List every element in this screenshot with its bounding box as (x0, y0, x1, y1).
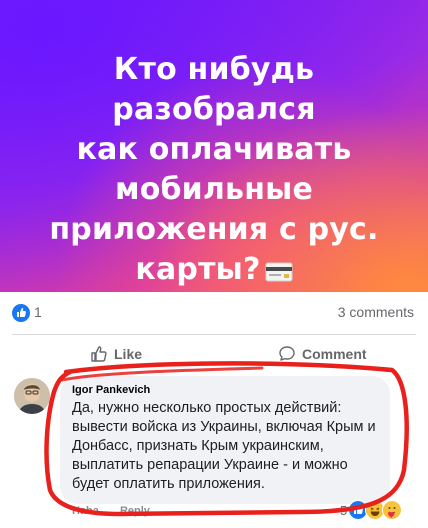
comment-actions: Haha Reply (72, 505, 168, 517)
banner-text: Кто нибудь разобрался как оплачивать моб… (20, 50, 408, 290)
banner-line: Кто нибудь разобрался (112, 52, 316, 127)
post-reactions-bar: 1 3 comments (0, 292, 428, 332)
banner-line: как оплачивать (76, 132, 352, 167)
banner-line: мобильные (114, 172, 314, 207)
like-button-label: Like (114, 346, 143, 362)
banner-line-last: карты? (20, 250, 408, 290)
comment-button-label: Comment (302, 346, 367, 362)
comment-button[interactable]: Comment (278, 341, 367, 367)
comment-reactions[interactable]: 5 (340, 500, 403, 520)
like-reaction-icon[interactable] (12, 304, 30, 322)
comments-count[interactable]: 3 comments (338, 304, 414, 320)
haha-reaction-link[interactable]: Haha (72, 505, 99, 517)
post-banner: Кто нибудь разобрался как оплачивать моб… (0, 0, 428, 292)
comment-bubble-icon (279, 346, 295, 361)
like-count[interactable]: 1 (34, 304, 42, 320)
like-button[interactable]: Like (90, 341, 142, 367)
comment-bubble: Igor Pankevich Да, нужно несколько прост… (60, 376, 390, 504)
avatar-photo (14, 378, 50, 414)
care-icon (382, 500, 403, 520)
avatar[interactable] (14, 378, 50, 414)
comment-reaction-count: 5 (340, 502, 348, 518)
thumbs-up-icon (91, 346, 107, 362)
banner-line: карты? (135, 252, 261, 287)
reply-link[interactable]: Reply (120, 505, 150, 517)
divider (12, 334, 416, 335)
comment-text: Да, нужно несколько простых действий: вы… (72, 400, 376, 492)
credit-card-icon (265, 262, 293, 282)
banner-line: приложения с рус. (49, 212, 379, 247)
comment-author[interactable]: Igor Pankevich (72, 384, 378, 396)
